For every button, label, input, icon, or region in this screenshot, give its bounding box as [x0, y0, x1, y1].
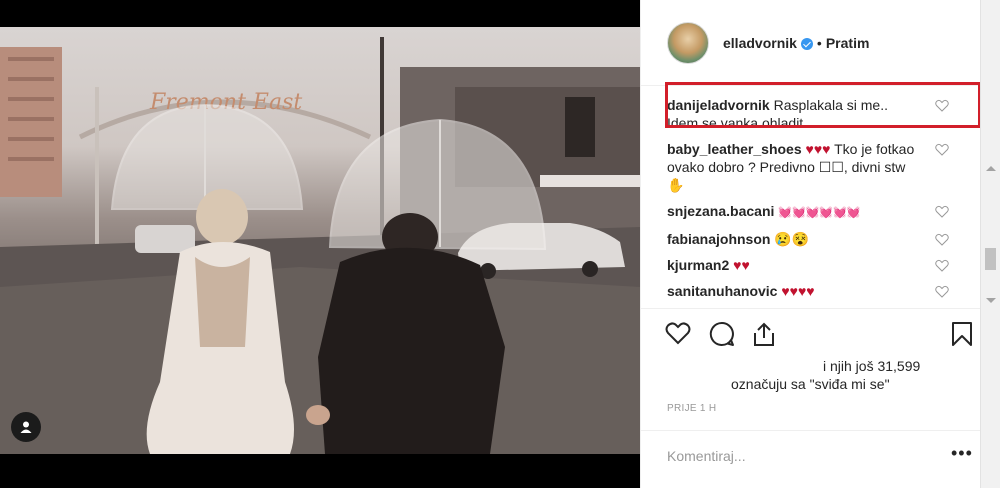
comment-text: 😢😵: [774, 231, 810, 247]
like-heart-icon[interactable]: [665, 321, 691, 345]
like-comment-heart-icon[interactable]: [935, 205, 949, 218]
like-comment-heart-icon[interactable]: [935, 233, 949, 246]
comment-item: fabianajohnson 😢😵: [667, 230, 957, 248]
photo-illustration: Fremont East: [0, 37, 640, 454]
comment-username[interactable]: danijeladvornik: [667, 97, 770, 113]
more-options-button[interactable]: •••: [951, 443, 973, 464]
add-comment-section: •••: [641, 430, 981, 488]
photo-panel: Fremont East: [0, 0, 640, 488]
comment-input[interactable]: [667, 445, 927, 467]
like-comment-heart-icon[interactable]: [935, 99, 949, 112]
comment-hearts: 💓💓💓💓💓💓: [778, 207, 861, 219]
like-comment-heart-icon[interactable]: [935, 259, 949, 272]
comment-item: sanitanuhanovic ♥♥♥♥: [667, 282, 957, 300]
comment-bubble-icon[interactable]: [709, 321, 735, 347]
separator-dot: •: [816, 34, 822, 51]
comment-username[interactable]: sanitanuhanovic: [667, 283, 777, 299]
likes-count: i njih još 31,599: [823, 358, 921, 374]
comments-list: danijeladvornik Rasplakala si me.. Idem …: [641, 86, 981, 308]
comment-item: kjurman2 ♥♥: [667, 256, 957, 274]
comment-username[interactable]: fabianajohnson: [667, 231, 770, 247]
like-comment-heart-icon[interactable]: [935, 285, 949, 298]
bookmark-icon[interactable]: [951, 321, 973, 347]
tagged-users-button[interactable]: [11, 412, 41, 442]
follow-button[interactable]: Pratim: [826, 35, 870, 51]
comment-hearts: ♥♥♥: [805, 141, 831, 157]
comment-username[interactable]: kjurman2: [667, 257, 729, 273]
post-timestamp[interactable]: PRIJE 1 H: [667, 403, 716, 414]
likes-summary[interactable]: i njih još 31,599 označuju sa "sviđa mi …: [641, 354, 981, 394]
likes-caption: označuju sa "sviđa mi se": [731, 376, 890, 392]
groom-coat: [318, 247, 505, 454]
scroll-down-arrow-icon[interactable]: [986, 298, 996, 303]
post-sidebar: elladvornik • Pratim danijeladvornik Ras…: [640, 0, 981, 488]
building-left: [0, 47, 62, 197]
comment-emoji: ✋: [667, 177, 685, 193]
comment-username[interactable]: baby_leather_shoes: [667, 141, 802, 157]
bride-head: [196, 189, 248, 245]
author-avatar[interactable]: [667, 21, 709, 64]
post-photo[interactable]: Fremont East: [0, 27, 640, 454]
comment-hearts: ♥♥♥♥: [781, 283, 815, 299]
user-icon: [20, 421, 32, 433]
scroll-up-arrow-icon[interactable]: [986, 166, 996, 171]
verified-badge-icon: [800, 37, 813, 50]
comment-username[interactable]: snjezana.bacani: [667, 203, 774, 219]
comment-item: snjezana.bacani 💓💓💓💓💓💓: [667, 202, 957, 222]
scroll-thumb[interactable]: [985, 248, 996, 270]
share-icon[interactable]: [752, 321, 776, 347]
car-left: [135, 225, 195, 253]
comment-item: danijeladvornik Rasplakala si me.. Idem …: [667, 96, 957, 132]
page-scrollbar[interactable]: [980, 0, 1000, 488]
author-username[interactable]: elladvornik: [723, 35, 797, 51]
action-bar: [641, 308, 981, 356]
comment-item: baby_leather_shoes ♥♥♥ Tko je fotkao ova…: [667, 140, 957, 194]
post-header: elladvornik • Pratim: [641, 0, 981, 86]
comment-hearts: ♥♥: [733, 257, 750, 273]
like-comment-heart-icon[interactable]: [935, 143, 949, 156]
umbrella-left: [110, 103, 304, 210]
